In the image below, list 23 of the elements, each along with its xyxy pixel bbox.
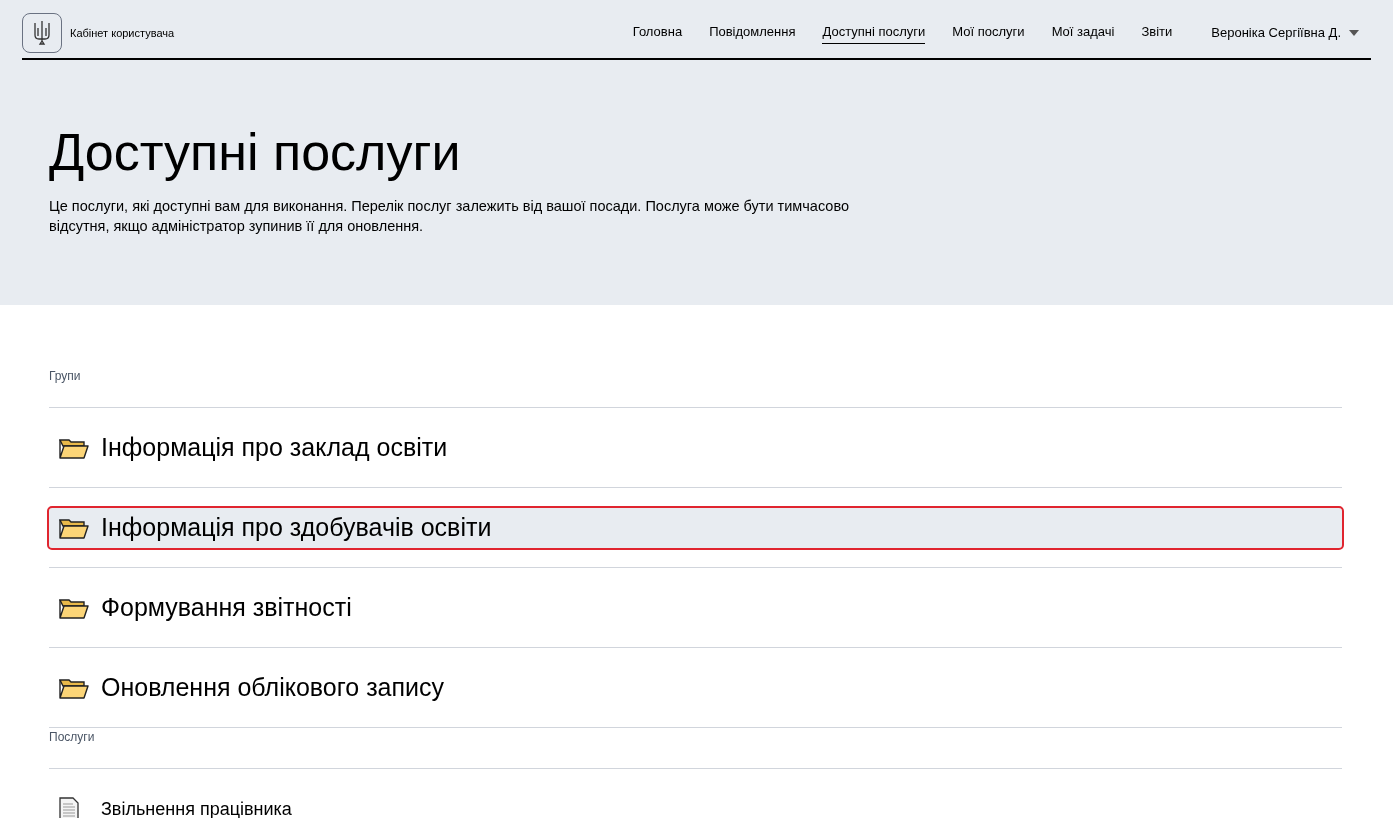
nav-link[interactable]: Мої послуги bbox=[952, 22, 1025, 44]
folder-icon bbox=[59, 596, 89, 619]
section-heading: Послуги bbox=[49, 728, 1342, 769]
list-item[interactable]: Оновлення облікового запису bbox=[49, 667, 1342, 708]
folder-icon bbox=[59, 676, 89, 699]
list-item[interactable]: Інформація про заклад освіти bbox=[49, 427, 1342, 468]
page-title: Доступні послуги bbox=[49, 122, 462, 182]
folder-icon bbox=[59, 436, 89, 459]
nav-link[interactable]: Мої задачі bbox=[1051, 22, 1115, 44]
nav-link[interactable]: Звіти bbox=[1141, 22, 1173, 44]
list-item[interactable]: Формування звітності bbox=[49, 587, 1342, 628]
caret-icon bbox=[1349, 30, 1359, 36]
folder-icon bbox=[59, 516, 89, 539]
section-heading: Групи bbox=[49, 367, 1342, 408]
list-item[interactable]: Інформація про здобувачів освіти bbox=[49, 507, 1342, 548]
site-title: Кабінет користувача bbox=[70, 25, 175, 41]
logo-icon[interactable] bbox=[22, 13, 62, 53]
page-description: Це послуги, які доступні вам для виконання. Перелік послуг залежить від вашої посади. Послуга може бути тимчасово відсутня, якщо адміністратор зупинив її для оновлення. bbox=[49, 197, 850, 236]
nav-link[interactable]: Головна bbox=[632, 22, 683, 44]
user-menu[interactable]: Вероніка Сергіївна Д. bbox=[1211, 23, 1371, 43]
nav-link[interactable]: Повідомлення bbox=[709, 22, 796, 44]
list-item[interactable]: Звільнення працівника bbox=[49, 789, 1342, 818]
nav-link[interactable]: Доступні послуги bbox=[822, 22, 926, 44]
